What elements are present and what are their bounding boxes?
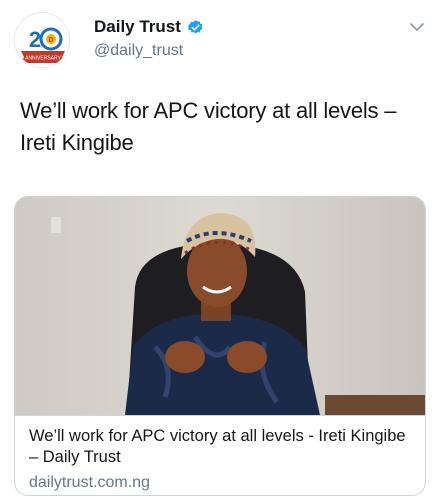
card-domain: dailytrust.com.ng — [29, 474, 150, 491]
account-name-row[interactable]: Daily Trust — [94, 16, 204, 38]
avatar-text-2: 2 — [29, 27, 41, 52]
card-title[interactable]: We’ll work for APC victory at all levels… — [29, 426, 411, 468]
link-preview-card[interactable]: We’ll work for APC victory at all levels… — [14, 196, 426, 496]
woman-portrait-photo — [15, 197, 425, 415]
verified-badge-icon — [187, 19, 203, 34]
avatar-ribbon-text: ANNIVERSARY — [25, 56, 61, 62]
avatar-inner-mark: D — [48, 37, 53, 44]
account-handle[interactable]: @daily_trust — [94, 40, 204, 62]
card-body[interactable]: We’ll work for APC victory at all levels… — [15, 415, 425, 495]
card-image[interactable] — [15, 197, 425, 415]
chevron-down-icon[interactable] — [410, 22, 424, 32]
tweet-header: 2 D ANNIVERSARY Daily Trust @daily_trust — [14, 10, 426, 70]
account-avatar[interactable]: 2 D ANNIVERSARY — [14, 12, 70, 68]
account-display-name[interactable]: Daily Trust — [94, 16, 181, 38]
daily-trust-anniversary-logo: 2 D ANNIVERSARY — [16, 14, 69, 67]
tweet-text: We’ll work for APC victory at all levels… — [20, 98, 397, 155]
